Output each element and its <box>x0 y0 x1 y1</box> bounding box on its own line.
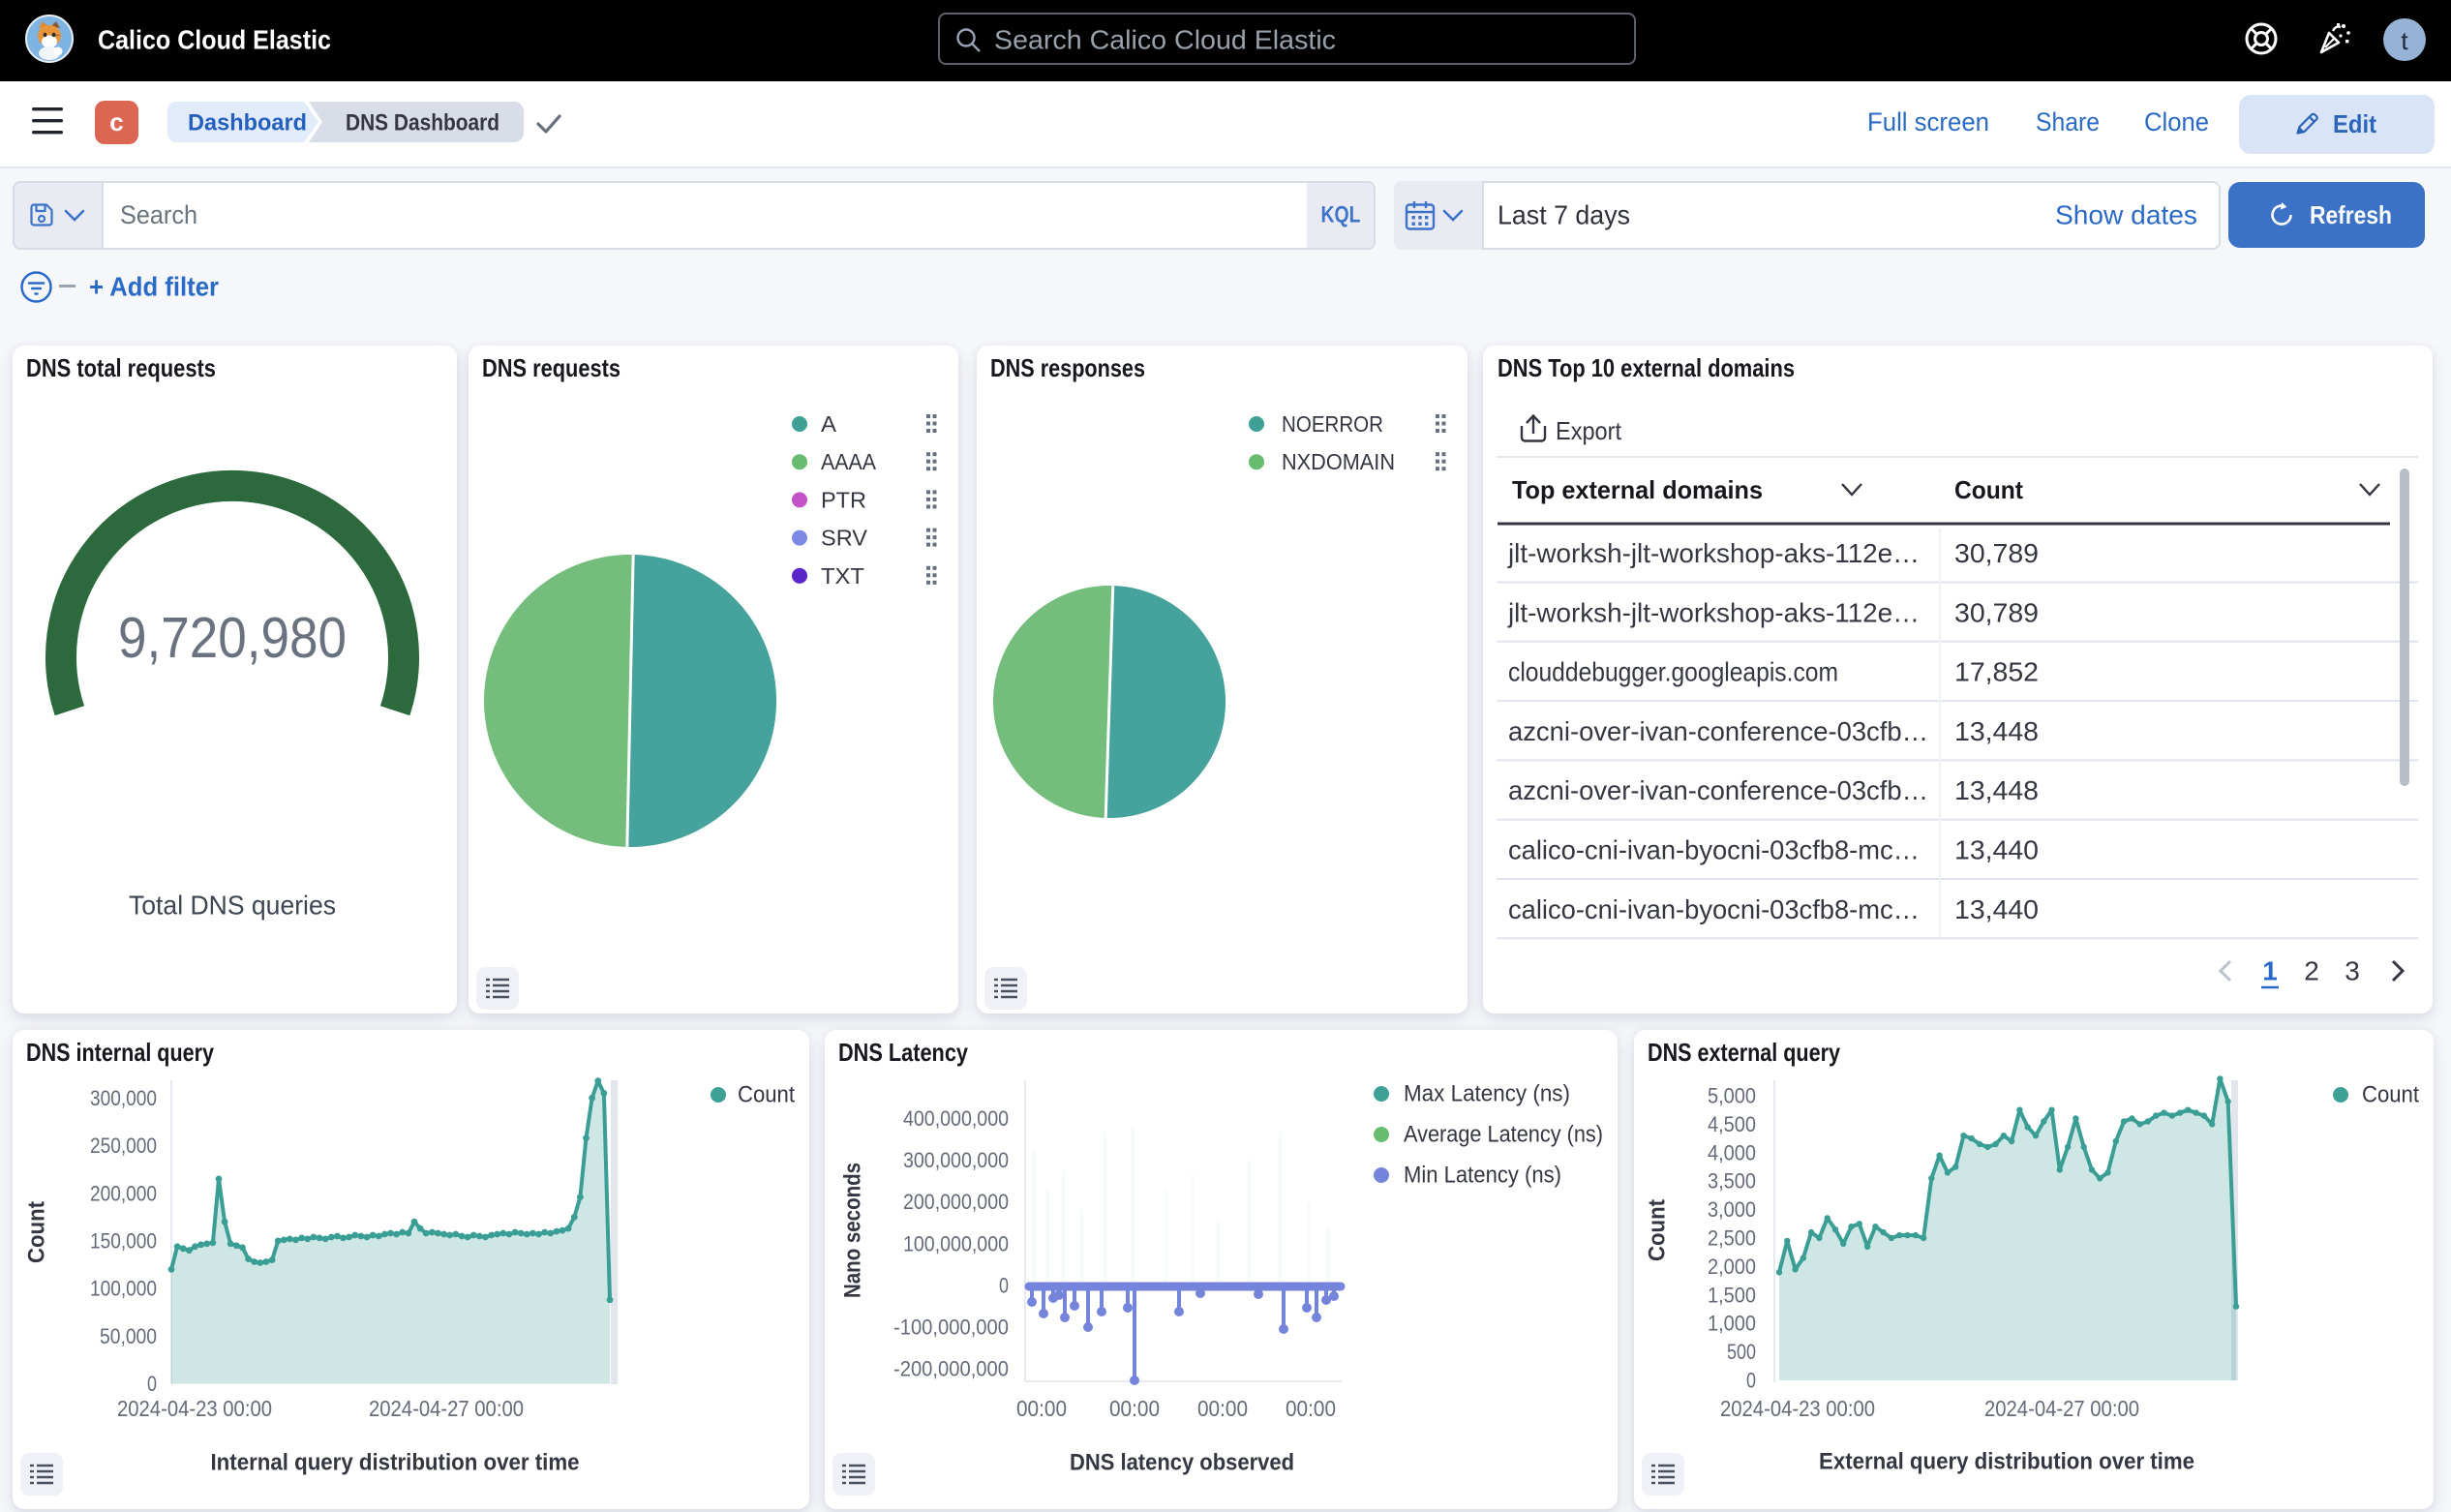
svg-text:+ Add filter: + Add filter <box>89 272 219 302</box>
